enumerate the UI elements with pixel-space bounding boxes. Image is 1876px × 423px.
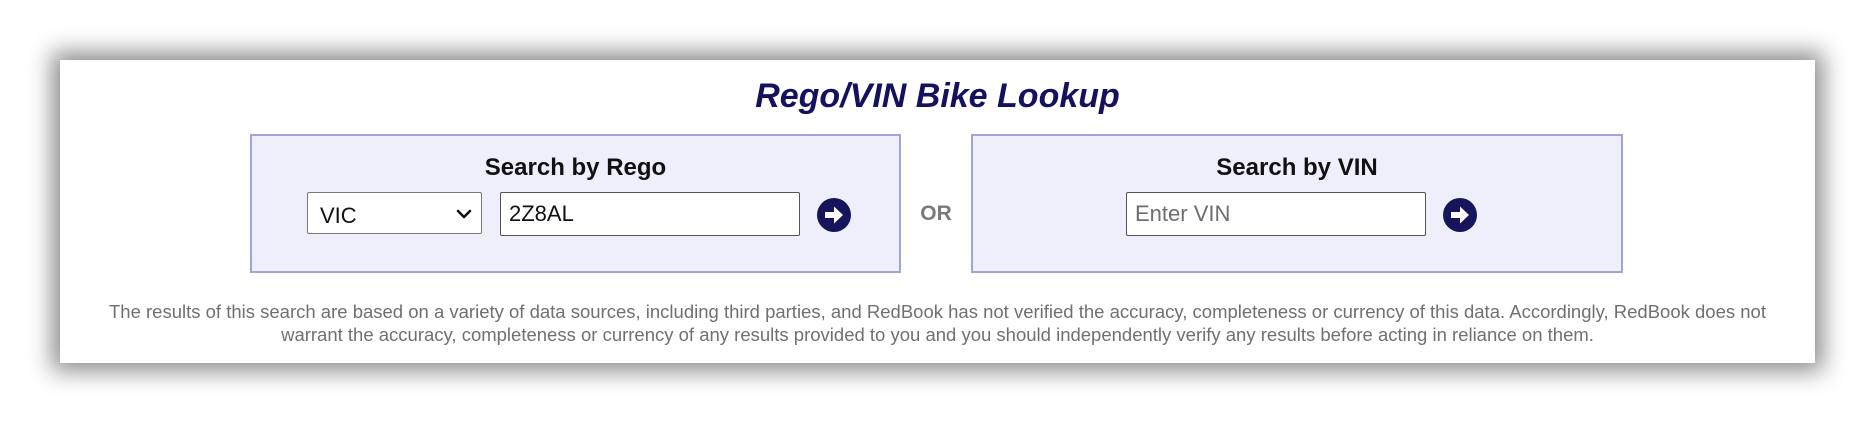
vin-search-heading: Search by VIN bbox=[1216, 154, 1378, 181]
state-select[interactable]: VIC bbox=[307, 192, 482, 234]
lookup-card: Rego/VIN Bike Lookup Search by Rego VIC … bbox=[60, 60, 1815, 363]
or-separator: OR bbox=[920, 202, 952, 225]
rego-search-panel: Search by Rego VIC bbox=[250, 134, 901, 273]
chevron-down-icon bbox=[456, 209, 472, 219]
rego-search-heading: Search by Rego bbox=[484, 154, 667, 181]
rego-input[interactable] bbox=[500, 192, 800, 236]
rego-search-button[interactable] bbox=[817, 198, 851, 232]
vin-search-panel: Search by VIN bbox=[971, 134, 1623, 273]
arrow-right-circle-icon bbox=[825, 206, 843, 224]
vin-search-button[interactable] bbox=[1443, 198, 1477, 232]
state-select-value: VIC bbox=[320, 203, 357, 228]
disclaimer-text: The results of this search are based on … bbox=[109, 301, 1766, 345]
page-title: Rego/VIN Bike Lookup bbox=[755, 77, 1120, 115]
arrow-right-circle-icon bbox=[1451, 206, 1469, 224]
vin-input[interactable] bbox=[1126, 192, 1426, 236]
